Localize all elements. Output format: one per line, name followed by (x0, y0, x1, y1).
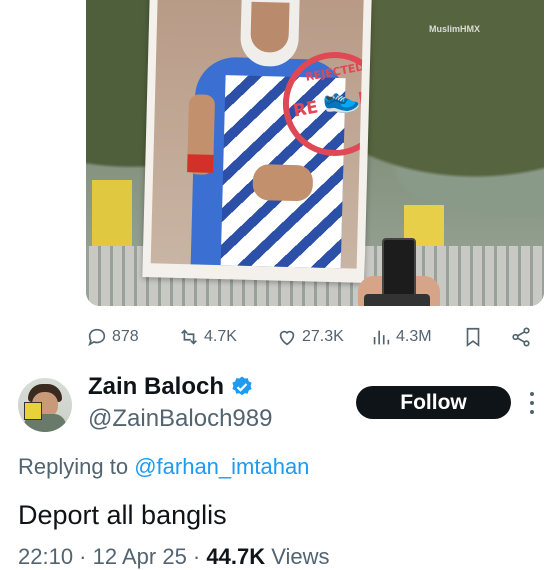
views-count: 4.3M (396, 328, 432, 345)
replying-to-line: Replying to @farhan_imtahan (18, 454, 309, 480)
image-watermark: MuslimHMX (428, 24, 480, 34)
tweet-time[interactable]: 22:10 (18, 544, 73, 569)
tweet-action-bar: 878 4.7K 27.3K 4.3M (86, 322, 544, 352)
tweet-media-image[interactable]: REJECTED RE ED 👟 MuslimHMX (86, 0, 544, 306)
bookmark-button[interactable] (462, 322, 484, 352)
heart-icon (279, 330, 295, 346)
repost-count: 4.7K (204, 328, 237, 345)
phone (382, 238, 416, 300)
repost-icon (181, 329, 197, 345)
reply-count: 878 (112, 328, 139, 345)
replying-to-mention[interactable]: @farhan_imtahan (134, 454, 309, 479)
tweet-views-count: 44.7K (206, 544, 266, 569)
protest-poster: REJECTED RE ED 👟 (142, 0, 372, 283)
like-button[interactable]: 27.3K (276, 322, 344, 352)
poster-photo: REJECTED RE ED 👟 (150, 0, 364, 269)
follow-button[interactable]: Follow (356, 386, 511, 419)
verified-badge-icon (232, 376, 252, 396)
share-button[interactable] (510, 322, 532, 352)
more-options-icon[interactable] (528, 392, 536, 414)
tweet-text: Deport all banglis (18, 500, 227, 530)
bookmark-icon (466, 327, 480, 347)
reply-button[interactable]: 878 (86, 322, 139, 352)
author-handle[interactable]: @ZainBaloch989 (88, 405, 272, 433)
tweet-date[interactable]: 12 Apr 25 (93, 544, 187, 569)
tweet-views-label: Views (271, 544, 330, 569)
share-icon (512, 327, 530, 347)
replying-prefix: Replying to (18, 454, 129, 479)
reply-icon (88, 328, 106, 347)
author-name-row: Zain Baloch (88, 373, 254, 401)
tweet-meta: 22:10 · 12 Apr 25 · 44.7K Views (18, 544, 330, 569)
like-count: 27.3K (302, 328, 344, 345)
phone (364, 294, 430, 306)
author-name[interactable]: Zain Baloch (88, 373, 224, 401)
views-button[interactable]: 4.3M (370, 322, 432, 352)
repost-button[interactable]: 4.7K (178, 322, 237, 352)
analytics-icon (373, 330, 390, 345)
avatar[interactable] (18, 378, 72, 432)
